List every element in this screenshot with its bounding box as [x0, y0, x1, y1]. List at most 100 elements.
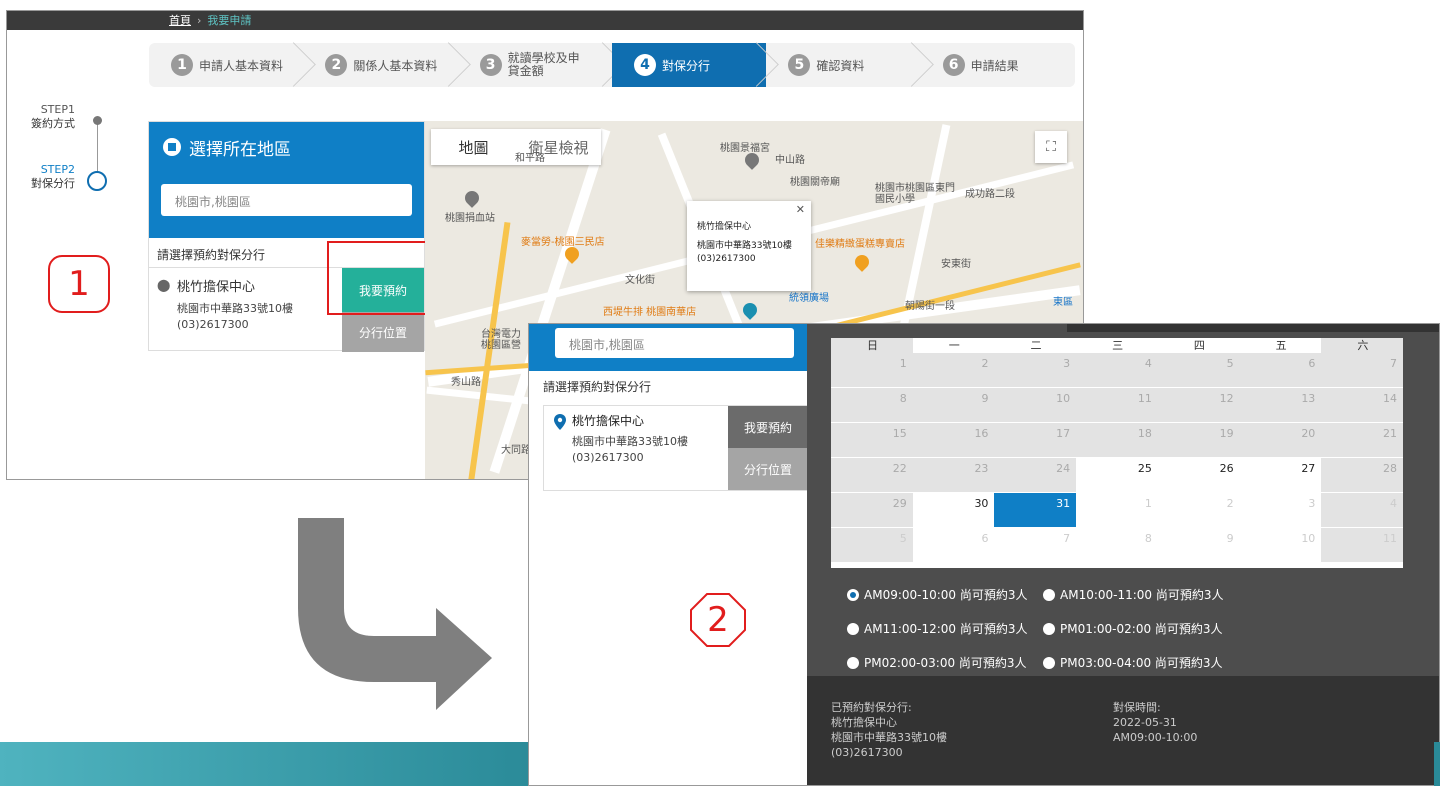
radio-icon — [847, 656, 859, 669]
calendar-day: 21 — [1321, 423, 1404, 458]
time-slot-label: AM10:00-11:00 尚可預約3人 — [1060, 588, 1224, 602]
calendar-day: 13 — [1239, 388, 1322, 423]
breadcrumb: 首頁 › 我要申請 — [7, 11, 1083, 30]
calendar-day[interactable]: 25 — [1076, 458, 1158, 493]
branch-marker-icon[interactable] — [740, 300, 760, 320]
calendar-day[interactable]: 26 — [1157, 458, 1240, 493]
booking-panel: 日 一 二 三 四 五 六 1 2 3 4 5 6 7 8 9 10 11 12 13 14 15 16 17 1… — [807, 324, 1439, 785]
time-slot-label: PM03:00-04:00 尚可預約3人 — [1060, 656, 1223, 670]
flow-arrow-icon — [298, 518, 492, 710]
branch-location-button[interactable]: 分行位置 — [342, 312, 424, 352]
step-label: 申請結果 — [970, 58, 1019, 73]
calendar-day: 29 — [831, 493, 913, 528]
calendar-day: 10 — [994, 388, 1077, 423]
poi-marker-icon[interactable] — [462, 188, 482, 208]
branch-list-item[interactable]: 桃竹擔保中心 桃園市中華路33號10樓 (03)2617300 我要預約 分行位… — [543, 405, 808, 491]
time-slot-option[interactable]: PM01:00-02:00 尚可預約3人 — [1043, 620, 1223, 637]
summary-branch-phone: (03)2617300 — [831, 746, 903, 759]
calendar-day[interactable]: 30 — [912, 493, 995, 528]
map-label: 麥當勞-桃園三民店 — [521, 237, 605, 248]
step-6: 6 申請結果 — [921, 43, 1075, 87]
slide-footer-band — [0, 742, 540, 786]
close-icon[interactable]: ✕ — [796, 203, 805, 216]
calendar-day: 2 — [912, 353, 995, 388]
side-step-2[interactable]: STEP2 對保分行 — [27, 163, 75, 191]
calendar-day: 9 — [912, 388, 995, 423]
time-slot-label: AM09:00-10:00 尚可預約3人 — [864, 588, 1028, 602]
time-slot-option[interactable]: PM02:00-03:00 尚可預約3人 — [847, 654, 1027, 671]
map-label: 桃園市桃園區東門國民小學 — [875, 183, 955, 205]
breadcrumb-home-link[interactable]: 首頁 — [169, 14, 191, 27]
calendar-day: 7 — [994, 528, 1077, 563]
map-label: 佳樂精緻蛋糕專賣店 — [815, 239, 905, 250]
calendar-weekday-header: 日 一 二 三 四 五 六 — [831, 338, 1404, 353]
calendar-day: 28 — [1321, 458, 1404, 493]
region-select-wrap: 桃園市,桃園區 — [149, 172, 424, 238]
calendar-day: 19 — [1157, 423, 1240, 458]
map-info-popup: ✕ 桃竹擔保中心 桃園市中華路33號10樓 (03)2617300 — [687, 201, 811, 291]
step-number: 1 — [171, 54, 193, 76]
step-4-active: 4 對保分行 — [611, 43, 767, 87]
calendar-week-row: 15 16 17 18 19 20 21 — [831, 423, 1404, 458]
annotation-marker-1: 1 — [48, 255, 110, 313]
region-select[interactable]: 桃園市,桃園區 — [161, 184, 412, 216]
calendar-day: 7 — [1321, 353, 1404, 388]
calendar-day: 2 — [1157, 493, 1240, 528]
bakery-marker-icon[interactable] — [852, 252, 872, 272]
popup-branch-address: 桃園市中華路33號10樓 — [697, 241, 792, 251]
calendar-day: 18 — [1076, 423, 1158, 458]
summary-time-value: AM09:00-10:00 — [1113, 731, 1198, 744]
highlight-box — [327, 241, 427, 315]
calendar-week-row: 8 9 10 11 12 13 14 — [831, 388, 1404, 423]
summary-branch-title: 已預約對保分行: — [831, 701, 912, 714]
side-step-1[interactable]: STEP1 簽約方式 — [27, 103, 75, 131]
calendar-day: 23 — [912, 458, 995, 493]
branch-list-heading: 請選擇預約對保分行 — [543, 380, 652, 394]
calendar-day: 3 — [1239, 493, 1322, 528]
summary-time: 對保時間: 2022-05-31 AM09:00-10:00 — [1113, 700, 1197, 745]
side-step-label: 對保分行 — [31, 177, 75, 190]
fullscreen-icon[interactable]: ⛶ — [1035, 131, 1067, 163]
time-slot-option[interactable]: AM10:00-11:00 尚可預約3人 — [1043, 586, 1224, 603]
time-slot-label: AM11:00-12:00 尚可預約3人 — [864, 622, 1028, 636]
map-label: 成功路二段 — [965, 189, 1015, 200]
calendar-day: 20 — [1239, 423, 1322, 458]
popup-branch-name: 桃竹擔保中心 — [697, 222, 752, 232]
calendar-day[interactable]: 31 — [994, 493, 1077, 528]
book-button[interactable]: 我要預約 — [728, 406, 808, 448]
step-number: 4 — [633, 54, 656, 76]
booking-summary: 已預約對保分行: 桃竹擔保中心 桃園市中華路33號10樓 (03)2617300… — [807, 676, 1439, 785]
time-slot-option[interactable]: AM09:00-10:00 尚可預約3人 — [847, 586, 1028, 603]
branch-name: 桃竹擔保中心 — [572, 414, 645, 428]
calendar-day: 9 — [1157, 528, 1240, 563]
calendar-day[interactable]: 27 — [1239, 458, 1322, 493]
map-tab[interactable]: 地圖 — [431, 129, 516, 165]
step-label: 關係人基本資料 — [353, 58, 438, 73]
step-5: 5 確認資料 — [766, 43, 920, 87]
breadcrumb-separator-icon: › — [197, 14, 202, 27]
step-number: 3 — [479, 54, 502, 76]
branch-location-button[interactable]: 分行位置 — [728, 448, 808, 490]
summary-branch-name: 桃竹擔保中心 — [831, 716, 897, 729]
map-label: 桃園關帝廟 — [790, 177, 840, 188]
branch-address: 桃園市中華路33號10樓 — [572, 435, 688, 448]
calendar-day: 12 — [1157, 388, 1240, 423]
radio-icon — [1043, 622, 1055, 635]
step-2: 2 關係人基本資料 — [303, 43, 457, 87]
calendar-day: 5 — [831, 528, 913, 563]
region-icon — [163, 138, 181, 156]
side-step-current-icon — [87, 171, 107, 191]
weekday-label: 五 — [1239, 338, 1322, 353]
time-slot-option[interactable]: AM11:00-12:00 尚可預約3人 — [847, 620, 1028, 637]
region-select[interactable]: 桃園市,桃園區 — [555, 328, 794, 358]
time-slot-label: PM01:00-02:00 尚可預約3人 — [1060, 622, 1223, 636]
region-select-wrap: 桃園市,桃園區 — [529, 324, 807, 371]
step-label: 就讀學校及申貸金額 — [507, 51, 580, 78]
time-slot-option[interactable]: PM03:00-04:00 尚可預約3人 — [1043, 654, 1223, 671]
radio-selected-icon — [847, 588, 859, 601]
map-label: 和平路 — [515, 153, 545, 164]
summary-time-title: 對保時間: — [1113, 701, 1161, 714]
step-1: 1 申請人基本資料 — [149, 43, 303, 87]
side-step-title: STEP1 — [40, 103, 75, 116]
step-number: 5 — [788, 54, 811, 76]
